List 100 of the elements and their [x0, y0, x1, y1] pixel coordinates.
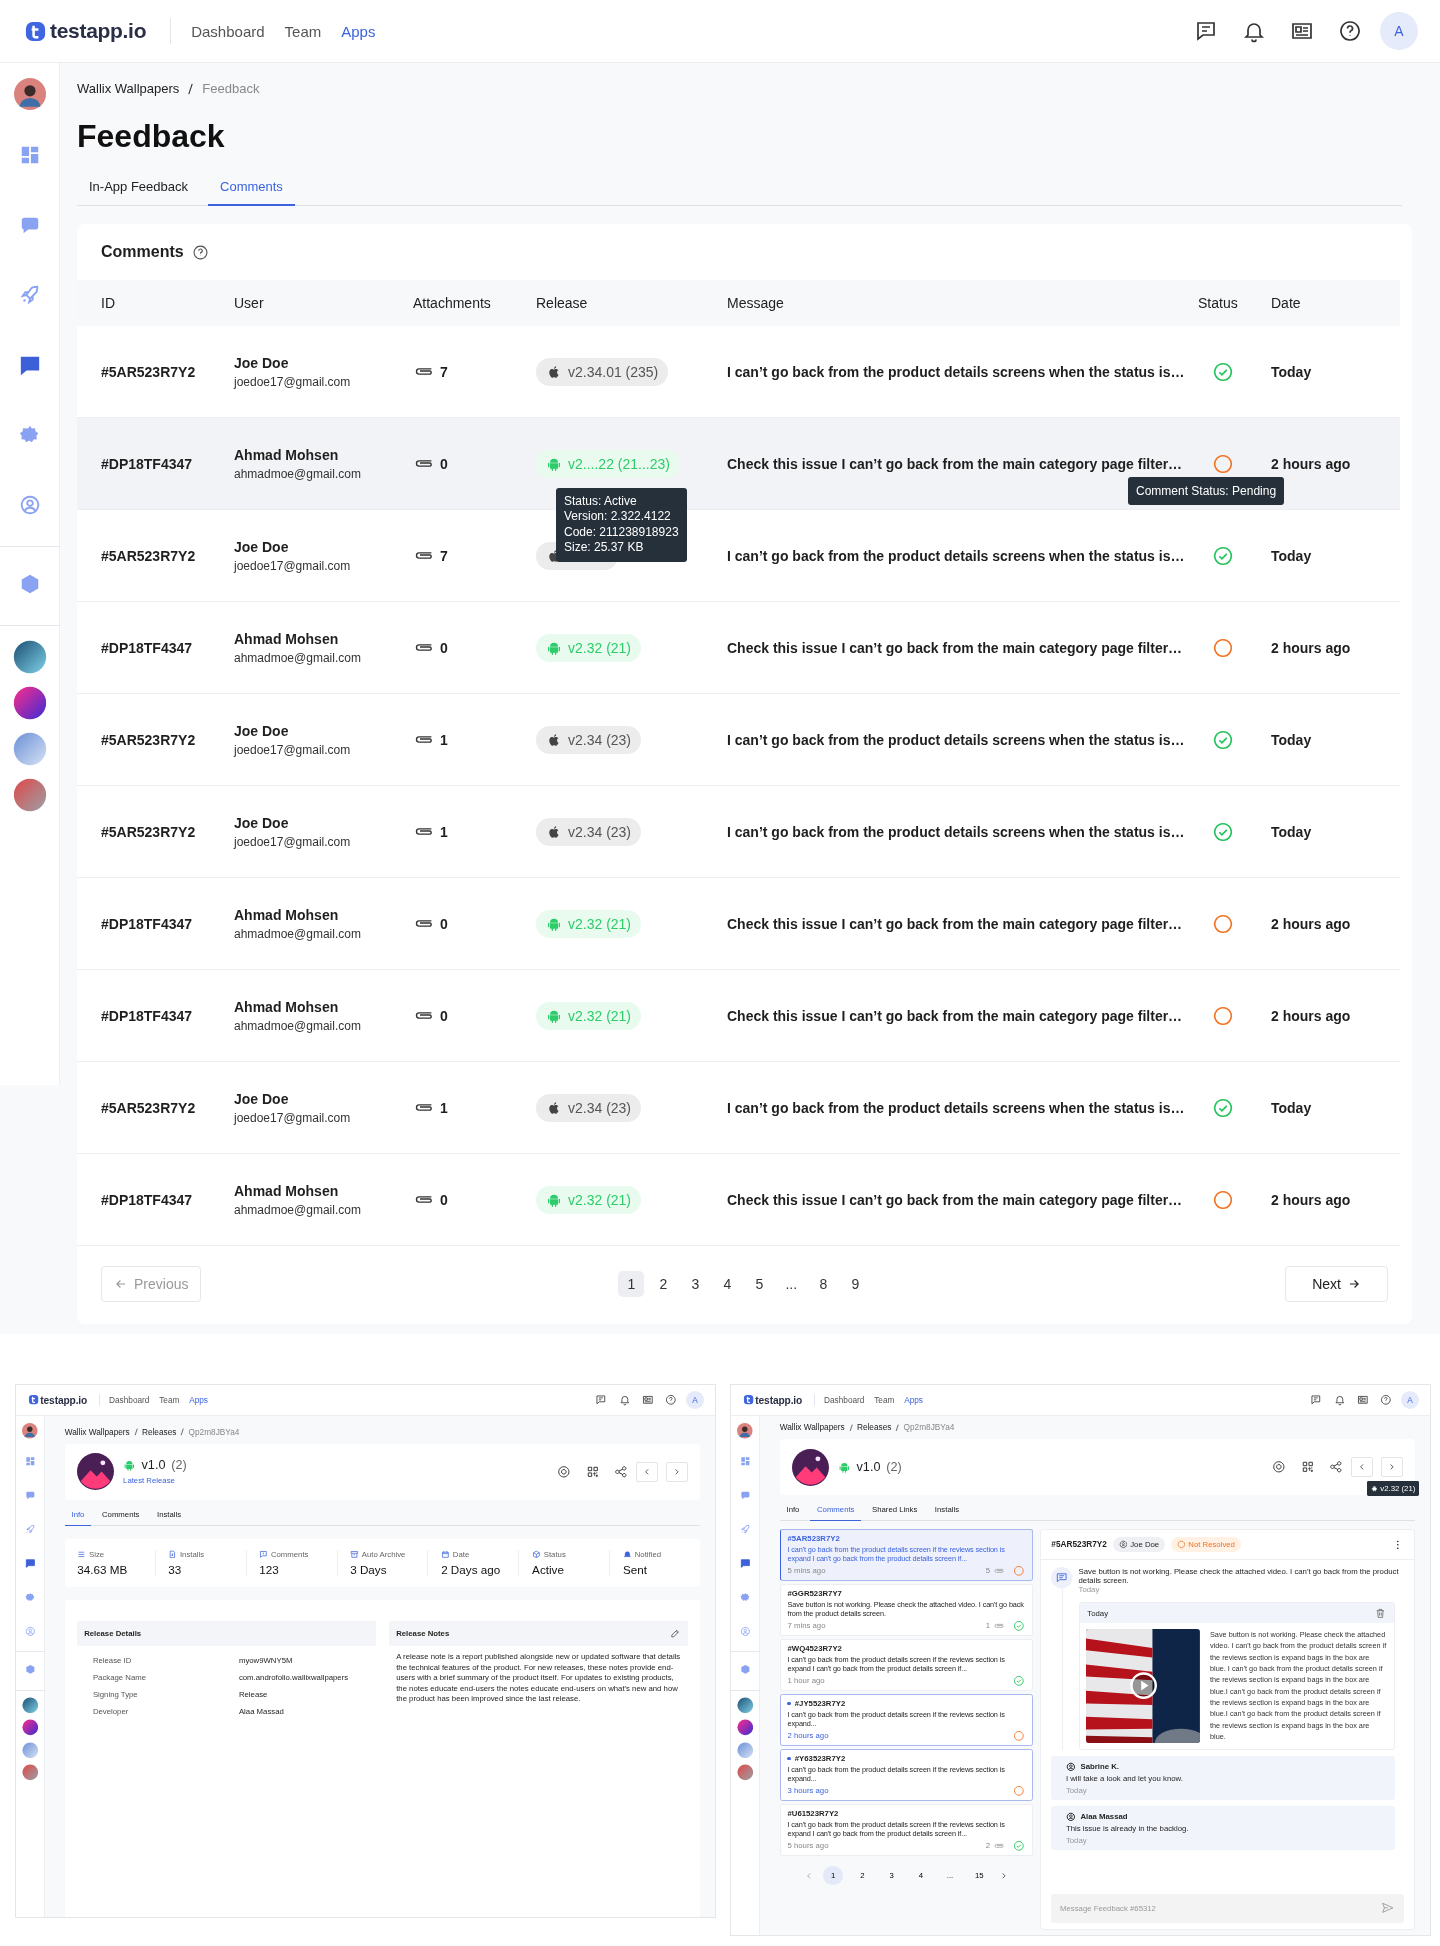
message-text: I can’t go back from the product details screens when the status is… [727, 1099, 1186, 1116]
user-name: Joe Doe [1130, 1540, 1160, 1550]
comment-id: #5AR523R7Y2 [101, 731, 197, 748]
stat-value: 2 Days ago [441, 1563, 502, 1577]
stat-label: Size [89, 1549, 105, 1559]
message-text: Check this issue I can’t go back from the main category page filter… [727, 639, 1184, 656]
stat-value: 123 [259, 1563, 280, 1577]
message-text: Check this issue I can’t go back from the main category page filter… [727, 455, 1184, 472]
column-header: User [234, 295, 265, 311]
message-text: I can’t go back from the product details screens when the status is… [727, 363, 1186, 380]
build-count: (2) [171, 1458, 187, 1473]
comment-id: #DP18TF4347 [101, 1191, 194, 1208]
tooltip-text: v2.32 (21) [1380, 1483, 1416, 1493]
status-tooltip: Comment Status: Pending [1128, 476, 1285, 505]
comment-id: #DP18TF4347 [101, 639, 194, 656]
user-email: ahmadmoe@gmail.com [234, 1018, 362, 1033]
detail-value: myow9WNY5M [238, 1656, 293, 1666]
attachment-count: 1 [985, 1621, 990, 1631]
comment-id: #WQ4523R7Y2 [787, 1643, 842, 1653]
detail-value: com.androfolio.wallixwallpapers [238, 1672, 349, 1682]
user-name: Joe Doe [234, 1090, 290, 1107]
stat-label: Date [452, 1549, 470, 1559]
attachment-date: Today [1087, 1608, 1109, 1618]
comment-id: #U61523R7Y2 [787, 1808, 839, 1818]
user-email: ahmadmoe@gmail.com [234, 926, 362, 941]
stat-label: Auto Archive [361, 1549, 406, 1559]
attachment-count: 0 [440, 915, 448, 932]
column-header: Message [727, 295, 785, 311]
date-text: Today [1271, 363, 1313, 380]
date-text: 2 hours ago [1271, 455, 1352, 472]
user-name: Ahmad Mohsen [234, 630, 340, 647]
comment-id: #JY5523R7Y2 [794, 1698, 846, 1708]
attachment-count: 5 [985, 1566, 990, 1576]
version-text: v1.0 [141, 1458, 166, 1473]
user-name: Joe Doe [234, 354, 290, 371]
date-text: Today [1271, 1099, 1313, 1116]
comment-id: #5AR523R7Y2 [101, 1099, 197, 1116]
stat-value: 33 [168, 1563, 183, 1577]
user-email: ahmadmoe@gmail.com [234, 650, 362, 665]
card-title: Comments [101, 243, 184, 261]
comment-id: #DP18TF4347 [101, 915, 194, 932]
date-text: 2 hours ago [1271, 1191, 1352, 1208]
user-email: joedoe17@gmail.com [234, 374, 352, 389]
attachment-count: 0 [440, 1007, 448, 1024]
release-tooltip: Status: Active Version: 2.322.4122 Code: 211238918923 Size: 25.37 KB [556, 487, 687, 562]
column-header: Date [1271, 295, 1302, 311]
message-text: I can’t go back from the product details screens when the status is… [727, 731, 1186, 748]
comment-id: #5AR523R7Y2 [101, 823, 197, 840]
detail-label: Signing Type [92, 1689, 139, 1699]
message-text: I can’t go back from the product details screens when the status is… [727, 823, 1186, 840]
detail-label: Developer [92, 1706, 130, 1716]
user-email: ahmadmoe@gmail.com [234, 1202, 362, 1217]
column-header: Release [536, 295, 589, 311]
reply-text: I will take a look and let you know. [1065, 1774, 1184, 1784]
comment-id: #Y63523R7Y2 [794, 1753, 846, 1763]
page-title: Feedback [77, 118, 226, 155]
user-email: joedoe17@gmail.com [234, 1110, 352, 1125]
attachment-count: 1 [440, 823, 448, 840]
comment-time: 3 hours ago [787, 1786, 829, 1796]
detail-label: Package Name [92, 1672, 147, 1682]
reply-time: Today [1065, 1786, 1087, 1796]
date-text: 2 hours ago [1271, 915, 1352, 932]
panel-title: Release Notes [396, 1629, 450, 1639]
comment-id: #GGR523R7Y7 [787, 1588, 842, 1598]
column-header: Status [1198, 295, 1239, 311]
message-text: Check this issue I can’t go back from the main category page filter… [727, 1191, 1184, 1208]
column-header: ID [101, 295, 116, 311]
date-text: Today [1271, 547, 1313, 564]
comment-time: 1 hour ago [787, 1676, 825, 1686]
attachment-count: 7 [440, 363, 448, 380]
attachment-count: 2 [985, 1841, 990, 1851]
comment-time: 5 mins ago [787, 1566, 826, 1576]
user-email: ahmadmoe@gmail.com [234, 466, 362, 481]
attachment-count: 7 [440, 547, 448, 564]
date-text: Today [1271, 731, 1313, 748]
stat-value: Active [532, 1563, 565, 1577]
message-text: Check this issue I can’t go back from the main category page filter… [727, 915, 1184, 932]
comment-id: #DP18TF4347 [101, 1007, 194, 1024]
user-name: Joe Doe [234, 814, 290, 831]
date-text: 2 hours ago [1271, 639, 1352, 656]
attachment-count: 0 [440, 455, 448, 472]
reply-author: Alaa Massad [1080, 1811, 1128, 1821]
stat-label: Comments [270, 1549, 309, 1559]
comment-time: 7 mins ago [787, 1621, 826, 1631]
user-name: Joe Doe [234, 538, 290, 555]
user-email: joedoe17@gmail.com [234, 834, 352, 849]
user-name: Ahmad Mohsen [234, 906, 340, 923]
stat-label: Installs [179, 1549, 205, 1559]
message-time: Today [1078, 1585, 1100, 1595]
comment-time: 2 hours ago [787, 1731, 829, 1741]
message-text: Check this issue I can’t go back from the main category page filter… [727, 1007, 1184, 1024]
user-name: Ahmad Mohsen [234, 446, 340, 463]
comment-id: #DP18TF4347 [101, 455, 194, 472]
user-name: Ahmad Mohsen [234, 998, 340, 1015]
stat-label: Notified [634, 1549, 662, 1559]
comment-id: #5AR523R7Y2 [1051, 1540, 1107, 1550]
detail-label: Release ID [92, 1656, 133, 1666]
comment-id: #5AR523R7Y2 [101, 363, 197, 380]
panel-title: Release Details [84, 1629, 142, 1639]
user-name: Ahmad Mohsen [234, 1182, 340, 1199]
